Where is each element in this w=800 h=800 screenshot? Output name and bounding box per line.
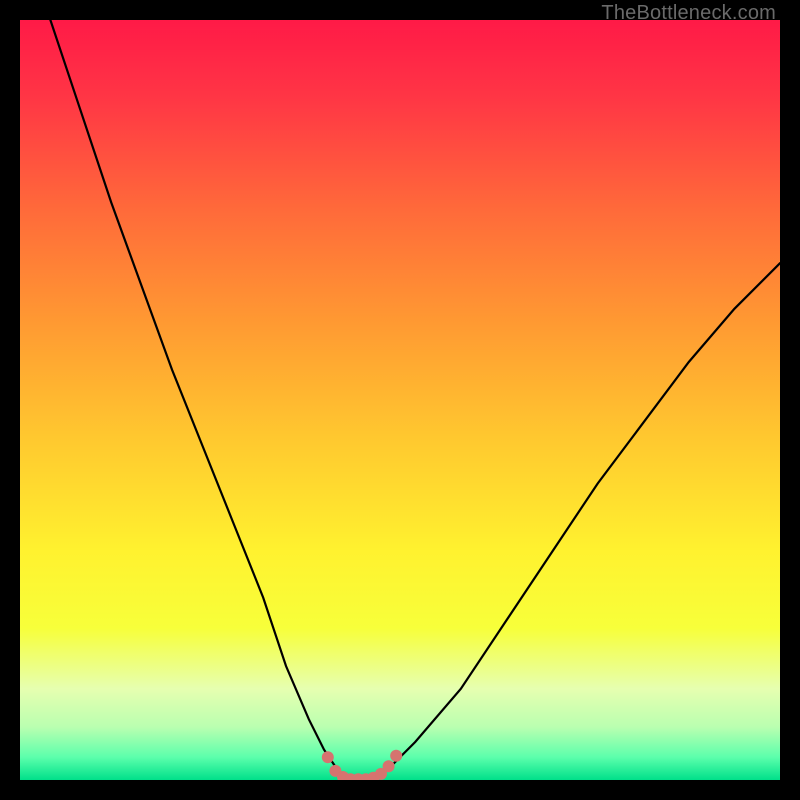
bottleneck-chart: [20, 20, 780, 780]
marker-dot: [390, 750, 402, 762]
marker-dot: [383, 760, 395, 772]
chart-frame: [20, 20, 780, 780]
watermark-text: TheBottleneck.com: [601, 2, 776, 25]
gradient-background: [20, 20, 780, 780]
marker-dot: [322, 751, 334, 763]
